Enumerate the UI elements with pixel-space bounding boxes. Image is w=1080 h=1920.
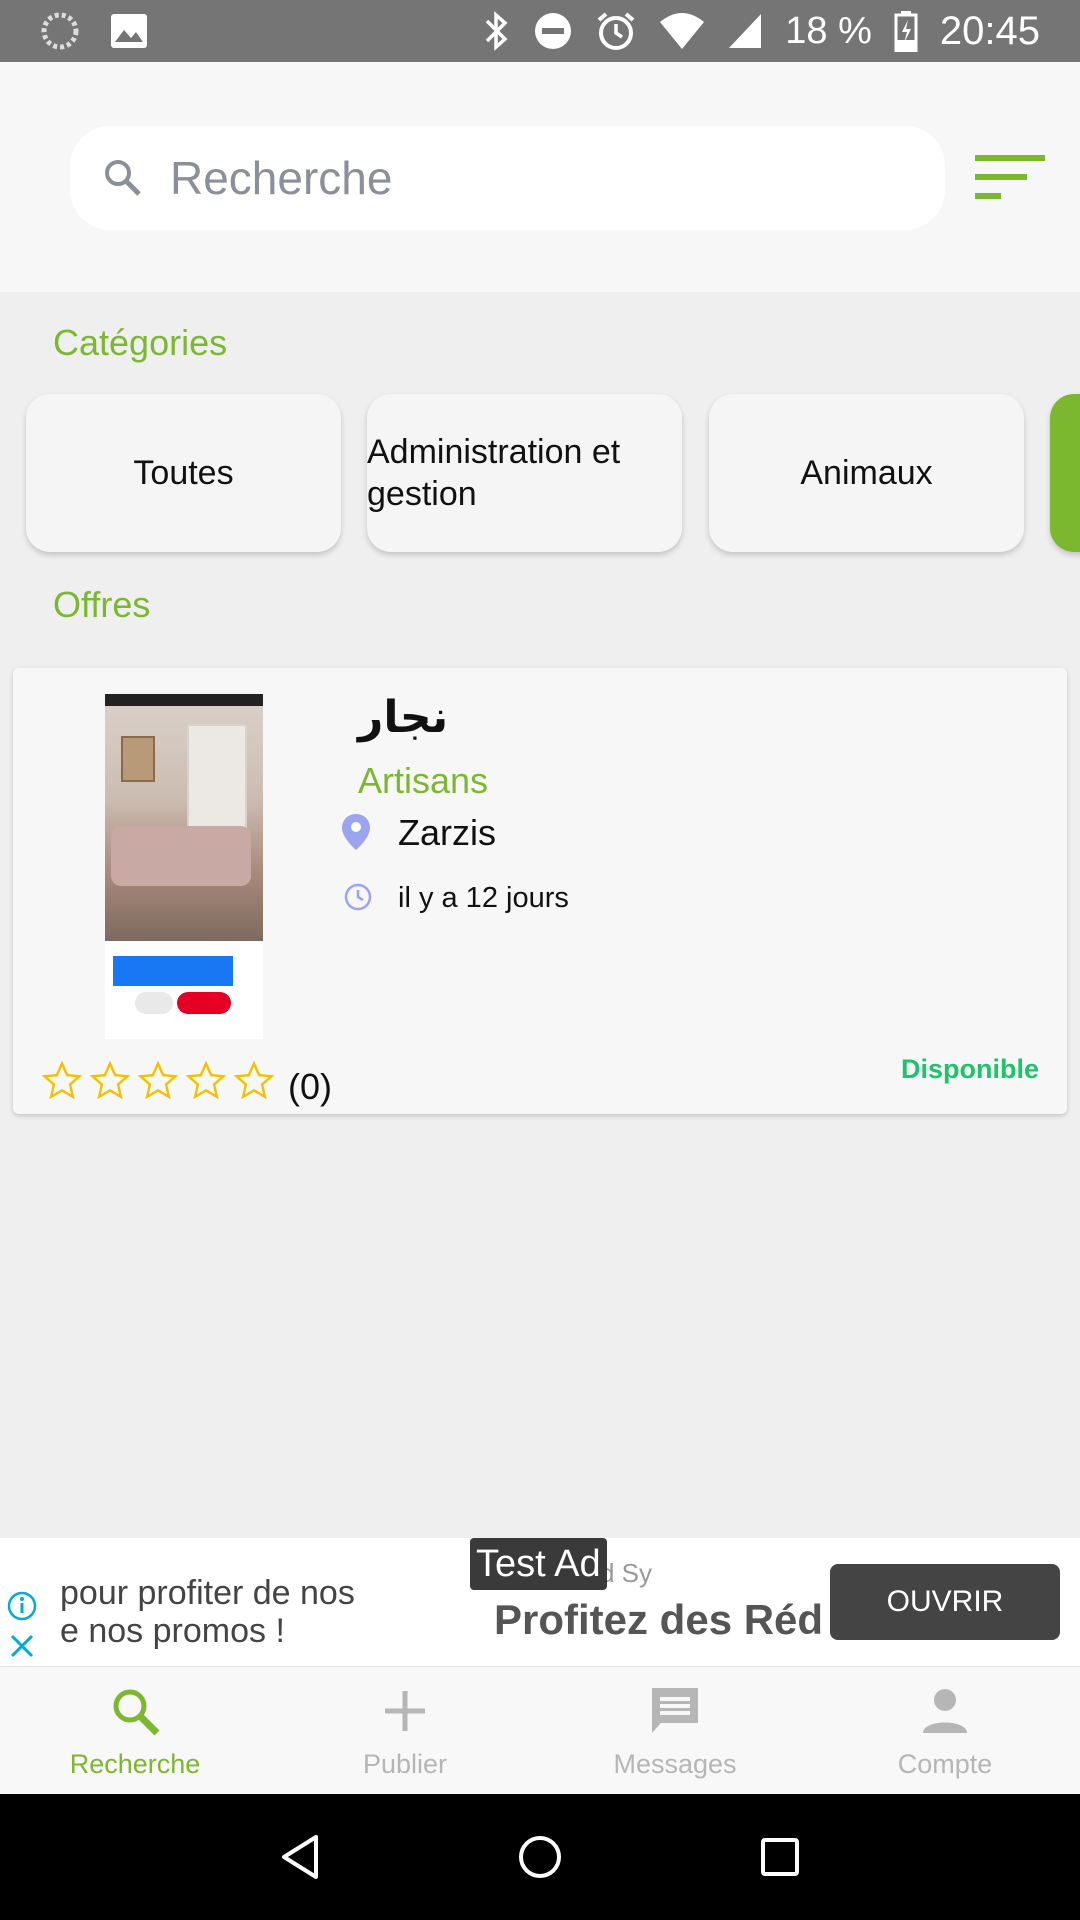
system-navigation-bar: [0, 1794, 1080, 1920]
offer-location: Zarzis: [398, 812, 496, 853]
search-header: [0, 62, 1080, 292]
offer-category: Artisans: [358, 760, 489, 801]
offers-title: Offres: [53, 584, 151, 625]
ad-headline: Profitez des Réd: [494, 1596, 824, 1643]
nav-compte[interactable]: Compte: [810, 1667, 1080, 1794]
ad-open-button[interactable]: OUVRIR: [830, 1564, 1060, 1640]
alarm-icon: [595, 10, 637, 52]
back-icon[interactable]: [270, 1827, 330, 1887]
home-icon[interactable]: [510, 1827, 570, 1887]
offer-title: نجار: [358, 692, 449, 743]
star-empty-icon: [89, 1060, 131, 1100]
search-icon: [98, 153, 148, 203]
loading-icon: [40, 11, 80, 51]
nav-messages[interactable]: Messages: [540, 1667, 810, 1794]
star-empty-icon: [137, 1060, 179, 1100]
rating-count: (0): [288, 1066, 332, 1107]
clock-icon: [343, 882, 373, 912]
wifi-icon: [659, 12, 705, 50]
category-chip-next[interactable]: [1050, 394, 1080, 552]
offer-posted-time: il y a 12 jours: [398, 882, 569, 914]
category-label: Animaux: [800, 453, 933, 492]
ad-advertiser: d Sy: [600, 1558, 653, 1588]
location-pin-icon: [339, 812, 373, 852]
category-chip-administration[interactable]: Administration et gestion: [367, 394, 682, 552]
star-empty-icon: [185, 1060, 227, 1100]
star-empty-icon: [233, 1060, 275, 1100]
category-label: Administration et gestion: [367, 433, 621, 513]
category-label: Toutes: [133, 453, 234, 492]
do-not-disturb-icon: [533, 11, 573, 51]
ad-text-line: pour profiter de nos: [60, 1574, 355, 1612]
nav-label: Recherche: [69, 1749, 201, 1779]
message-icon: [652, 1688, 698, 1733]
nav-publier[interactable]: Publier: [270, 1667, 540, 1794]
categories-title: Catégories: [53, 322, 228, 363]
battery-charging-icon: [894, 10, 918, 52]
plus-icon: [385, 1691, 425, 1731]
star-empty-icon: [41, 1060, 83, 1100]
nav-label: Publier: [362, 1749, 448, 1779]
category-list: Toutes Administration et gestion Animaux: [0, 392, 1080, 572]
status-bar: 18 % 20:45: [0, 0, 1080, 62]
offer-card[interactable]: نجار Artisans Zarzis il y a 12 jours (0)…: [13, 668, 1067, 1114]
category-chip-animaux[interactable]: Animaux: [709, 394, 1024, 552]
search-icon: [113, 1689, 160, 1736]
info-icon[interactable]: [6, 1590, 38, 1622]
image-icon: [110, 13, 148, 49]
ad-banner[interactable]: pour profiter de nos e nos promos ! d Sy…: [0, 1538, 1080, 1666]
nav-label: Messages: [613, 1749, 737, 1779]
signal-icon: [727, 12, 763, 50]
battery-percent: 18 %: [785, 9, 872, 52]
clock-time: 20:45: [939, 8, 1040, 53]
ad-text-line: e nos promos !: [60, 1612, 285, 1650]
search-input[interactable]: [170, 151, 870, 205]
ad-text: pour profiter de nos e nos promos !: [60, 1574, 355, 1650]
bottom-navigation: Recherche Publier Messages Compte: [0, 1666, 1080, 1794]
bluetooth-icon: [483, 10, 511, 52]
search-bar[interactable]: [70, 126, 945, 230]
nav-label: Compte: [897, 1749, 993, 1779]
category-chip-toutes[interactable]: Toutes: [26, 394, 341, 552]
availability-status: Disponible: [900, 1054, 1039, 1084]
recents-icon[interactable]: [750, 1827, 810, 1887]
filter-sort-icon[interactable]: [975, 152, 1047, 208]
nav-recherche[interactable]: Recherche: [0, 1667, 270, 1794]
test-ad-label: Test Ad: [470, 1538, 607, 1590]
account-icon: [923, 1689, 967, 1733]
close-icon[interactable]: [8, 1632, 36, 1660]
rating-stars: [41, 1060, 275, 1102]
offer-thumbnail: [105, 694, 263, 1039]
